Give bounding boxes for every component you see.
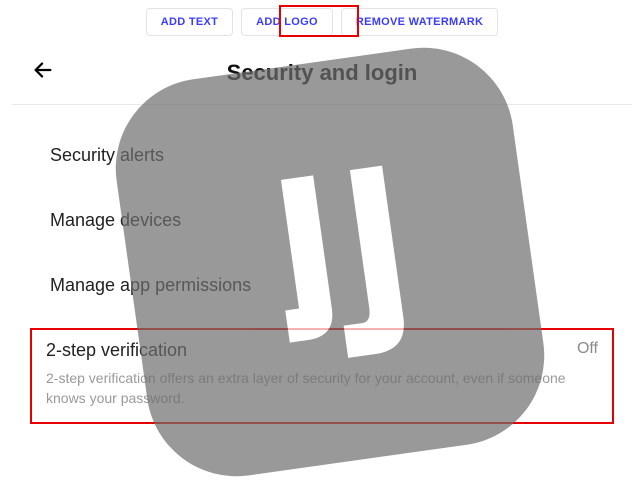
add-logo-button[interactable]: ADD LOGO [241,8,333,36]
security-alerts-item[interactable]: Security alerts [50,123,604,188]
two-step-row: 2-step verification Off [46,340,598,361]
two-step-description: 2-step verification offers an extra laye… [46,369,598,408]
two-step-verification-block[interactable]: 2-step verification Off 2-step verificat… [30,328,614,424]
two-step-title: 2-step verification [46,340,187,361]
page-title: Security and login [20,60,624,86]
settings-list: Security alerts Manage devices Manage ap… [0,105,644,318]
page-header: Security and login [0,40,644,104]
manage-app-permissions-item[interactable]: Manage app permissions [50,253,604,318]
add-text-button[interactable]: ADD TEXT [146,8,233,36]
manage-devices-item[interactable]: Manage devices [50,188,604,253]
two-step-status: Off [577,340,598,361]
remove-watermark-button[interactable]: REMOVE WATERMARK [341,8,498,36]
editor-toolbar: ADD TEXT ADD LOGO REMOVE WATERMARK [0,0,644,40]
back-arrow-icon[interactable] [32,59,54,88]
